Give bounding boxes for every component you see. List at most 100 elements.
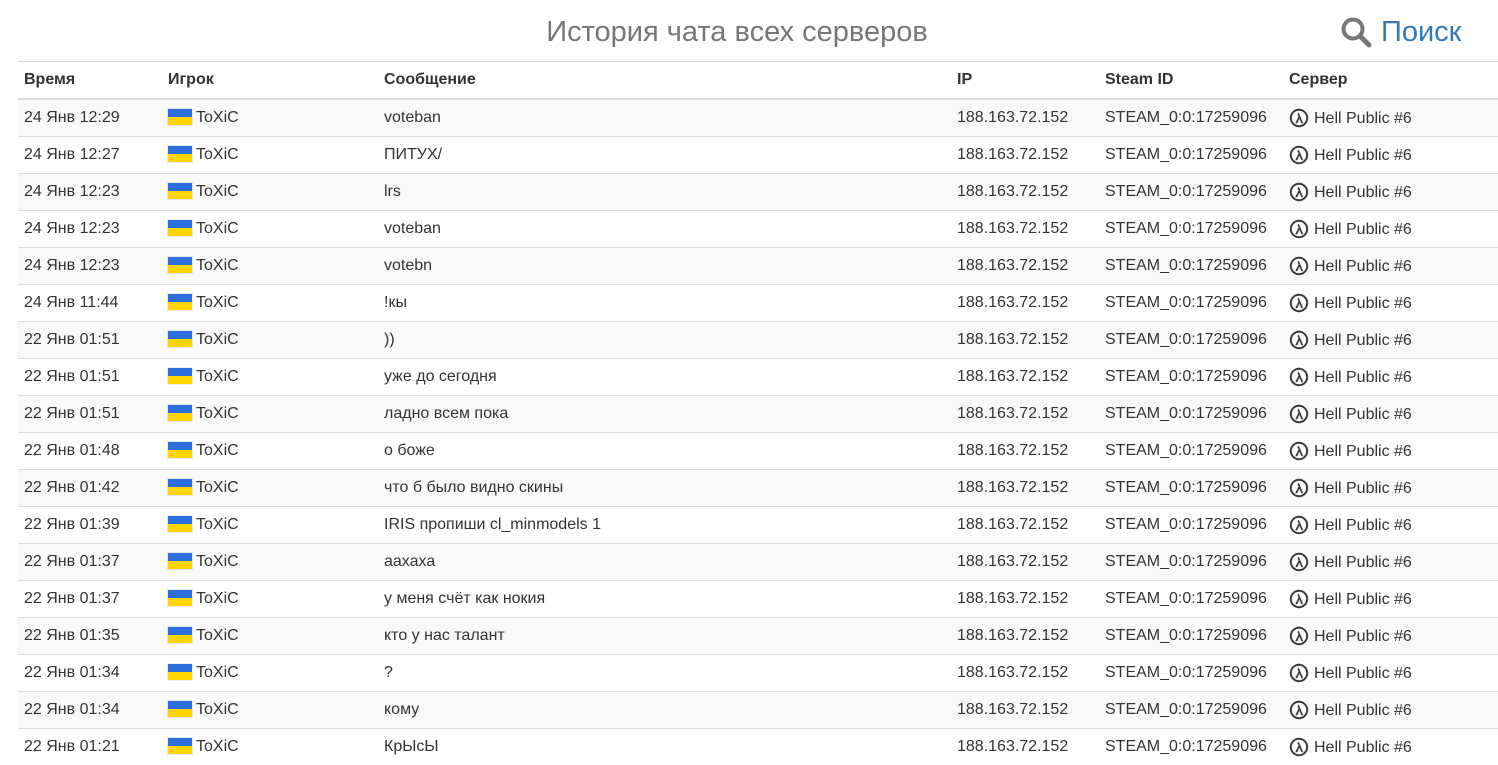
server-name[interactable]: Hell Public #6 xyxy=(1314,295,1412,312)
time-cell: 22 Янв 01:34 xyxy=(18,692,162,729)
ip-cell: 188.163.72.152 xyxy=(951,174,1099,211)
player-cell: ToXiC xyxy=(162,507,378,544)
message-text: IRIS пропиши cl_minmodels 1 xyxy=(384,516,601,533)
ip-text: 188.163.72.152 xyxy=(957,183,1068,200)
half-life-icon xyxy=(1289,626,1309,646)
table-row: 22 Янв 01:51 ToXiC )) 188.163.72.152 STE… xyxy=(18,322,1498,359)
message-text: ПИТУХ/ xyxy=(384,146,442,163)
ukraine-flag-icon xyxy=(168,627,192,643)
server-name[interactable]: Hell Public #6 xyxy=(1314,443,1412,460)
table-row: 24 Янв 12:23 ToXiC votebn 188.163.72.152… xyxy=(18,248,1498,285)
server-name[interactable]: Hell Public #6 xyxy=(1314,665,1412,682)
server-cell: Hell Public #6 xyxy=(1283,396,1498,433)
message-cell: votebn xyxy=(378,248,951,285)
time-text: 22 Янв 01:39 xyxy=(24,516,120,533)
server-cell: Hell Public #6 xyxy=(1283,692,1498,729)
time-text: 22 Янв 01:42 xyxy=(24,479,120,496)
player-link[interactable]: ToXiC xyxy=(196,405,239,422)
player-link[interactable]: ToXiC xyxy=(196,701,239,718)
steam-id-cell: STEAM_0:0:17259096 xyxy=(1099,211,1283,248)
message-cell: что б было видно скины xyxy=(378,470,951,507)
player-link[interactable]: ToXiC xyxy=(196,331,239,348)
server-name[interactable]: Hell Public #6 xyxy=(1314,591,1412,608)
steam-id-cell: STEAM_0:0:17259096 xyxy=(1099,396,1283,433)
steam-id-text: STEAM_0:0:17259096 xyxy=(1105,442,1267,459)
player-link[interactable]: ToXiC xyxy=(196,590,239,607)
player-link[interactable]: ToXiC xyxy=(196,183,239,200)
player-link[interactable]: ToXiC xyxy=(196,146,239,163)
server-name[interactable]: Hell Public #6 xyxy=(1314,406,1412,423)
half-life-icon xyxy=(1289,737,1309,757)
steam-id-cell: STEAM_0:0:17259096 xyxy=(1099,285,1283,322)
table-row: 22 Янв 01:34 ToXiC кому 188.163.72.152 S… xyxy=(18,692,1498,729)
table-header: Время Игрок Сообщение IP Steam ID Сервер xyxy=(18,62,1498,100)
time-text: 22 Янв 01:35 xyxy=(24,627,120,644)
player-link[interactable]: ToXiC xyxy=(196,257,239,274)
message-text: у меня счёт как нокия xyxy=(384,590,545,607)
column-header-ip[interactable]: IP xyxy=(951,62,1099,100)
server-name[interactable]: Hell Public #6 xyxy=(1314,332,1412,349)
player-link[interactable]: ToXiC xyxy=(196,479,239,496)
server-name[interactable]: Hell Public #6 xyxy=(1314,221,1412,238)
server-cell: Hell Public #6 xyxy=(1283,322,1498,359)
time-cell: 22 Янв 01:37 xyxy=(18,544,162,581)
server-name[interactable]: Hell Public #6 xyxy=(1314,110,1412,127)
time-cell: 22 Янв 01:34 xyxy=(18,655,162,692)
table-row: 24 Янв 12:29 ToXiC voteban 188.163.72.15… xyxy=(18,99,1498,137)
player-cell: ToXiC xyxy=(162,99,378,137)
time-text: 24 Янв 12:29 xyxy=(24,109,120,126)
message-text: КрЫсЫ xyxy=(384,738,439,755)
ip-cell: 188.163.72.152 xyxy=(951,507,1099,544)
time-text: 22 Янв 01:51 xyxy=(24,331,120,348)
player-link[interactable]: ToXiC xyxy=(196,442,239,459)
ip-text: 188.163.72.152 xyxy=(957,627,1068,644)
server-name[interactable]: Hell Public #6 xyxy=(1314,147,1412,164)
ip-cell: 188.163.72.152 xyxy=(951,692,1099,729)
server-name[interactable]: Hell Public #6 xyxy=(1314,517,1412,534)
ip-text: 188.163.72.152 xyxy=(957,109,1068,126)
server-name[interactable]: Hell Public #6 xyxy=(1314,258,1412,275)
player-link[interactable]: ToXiC xyxy=(196,294,239,311)
player-link[interactable]: ToXiC xyxy=(196,109,239,126)
column-header-player[interactable]: Игрок xyxy=(162,62,378,100)
column-header-message[interactable]: Сообщение xyxy=(378,62,951,100)
ip-text: 188.163.72.152 xyxy=(957,553,1068,570)
column-header-server[interactable]: Сервер xyxy=(1283,62,1498,100)
message-cell: о боже xyxy=(378,433,951,470)
server-name[interactable]: Hell Public #6 xyxy=(1314,554,1412,571)
player-link[interactable]: ToXiC xyxy=(196,516,239,533)
server-name[interactable]: Hell Public #6 xyxy=(1314,628,1412,645)
time-text: 22 Янв 01:21 xyxy=(24,738,120,755)
steam-id-text: STEAM_0:0:17259096 xyxy=(1105,405,1267,422)
message-cell: ПИТУХ/ xyxy=(378,137,951,174)
server-cell: Hell Public #6 xyxy=(1283,99,1498,137)
player-link[interactable]: ToXiC xyxy=(196,220,239,237)
player-link[interactable]: ToXiC xyxy=(196,738,239,755)
server-name[interactable]: Hell Public #6 xyxy=(1314,480,1412,497)
column-header-time[interactable]: Время xyxy=(18,62,162,100)
player-link[interactable]: ToXiC xyxy=(196,553,239,570)
search-button[interactable]: Поиск xyxy=(1340,12,1461,52)
steam-id-cell: STEAM_0:0:17259096 xyxy=(1099,618,1283,655)
table-row: 22 Янв 01:34 ToXiC ? 188.163.72.152 STEA… xyxy=(18,655,1498,692)
table-row: 22 Янв 01:51 ToXiC ладно всем пока 188.1… xyxy=(18,396,1498,433)
server-name[interactable]: Hell Public #6 xyxy=(1314,739,1412,756)
time-text: 22 Янв 01:37 xyxy=(24,590,120,607)
time-cell: 22 Янв 01:51 xyxy=(18,322,162,359)
message-cell: ладно всем пока xyxy=(378,396,951,433)
steam-id-cell: STEAM_0:0:17259096 xyxy=(1099,729,1283,765)
player-link[interactable]: ToXiC xyxy=(196,368,239,385)
server-name[interactable]: Hell Public #6 xyxy=(1314,702,1412,719)
server-cell: Hell Public #6 xyxy=(1283,433,1498,470)
time-text: 22 Янв 01:37 xyxy=(24,553,120,570)
ukraine-flag-icon xyxy=(168,109,192,125)
column-header-steam-id[interactable]: Steam ID xyxy=(1099,62,1283,100)
server-name[interactable]: Hell Public #6 xyxy=(1314,184,1412,201)
player-link[interactable]: ToXiC xyxy=(196,664,239,681)
message-cell: lrs xyxy=(378,174,951,211)
player-link[interactable]: ToXiC xyxy=(196,627,239,644)
server-cell: Hell Public #6 xyxy=(1283,729,1498,765)
message-cell: voteban xyxy=(378,99,951,137)
server-name[interactable]: Hell Public #6 xyxy=(1314,369,1412,386)
ukraine-flag-icon xyxy=(168,220,192,236)
